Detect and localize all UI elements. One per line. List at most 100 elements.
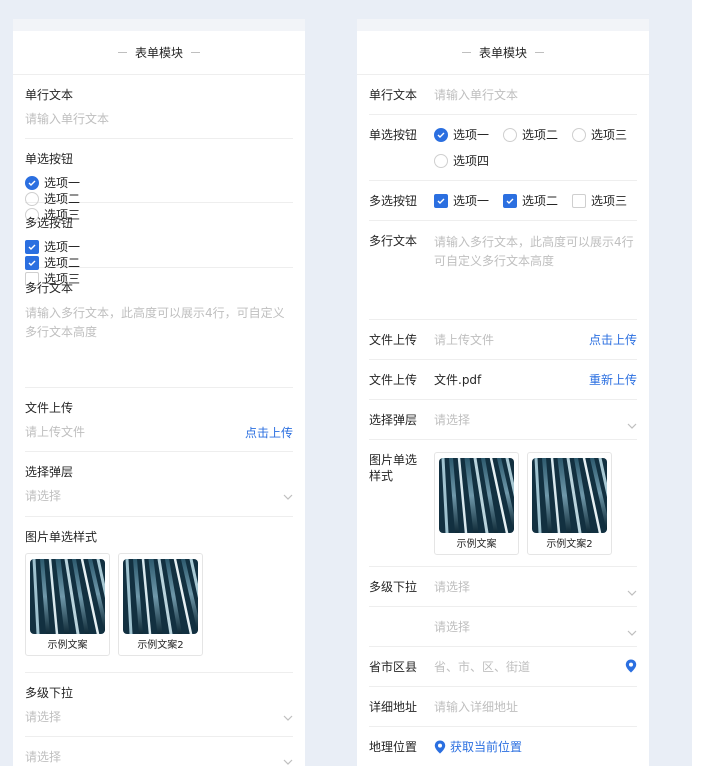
field-label: 多选按钮 xyxy=(25,216,74,230)
picker-placeholder: 请选择 xyxy=(25,489,62,503)
chevron-down-icon xyxy=(283,754,293,766)
location-pin-icon xyxy=(434,740,446,754)
checkbox-checked-icon xyxy=(25,240,39,254)
image-select-row: 图片单选样式 示例文案 示例文案2 xyxy=(25,517,293,673)
option-label: 选项三 xyxy=(591,128,628,142)
cascade-placeholder-2: 请选择 xyxy=(434,620,471,634)
field-label: 文件上传 xyxy=(369,333,418,347)
option-label: 选项三 xyxy=(591,194,628,208)
field-label: 详细地址 xyxy=(369,700,418,714)
radio-option-1[interactable]: 选项一 xyxy=(434,127,489,143)
radio-checked-icon xyxy=(25,176,39,190)
field-label: 单行文本 xyxy=(25,88,74,102)
image-caption: 示例文案2 xyxy=(137,640,184,651)
image-option-2[interactable]: 示例文案2 xyxy=(118,553,203,656)
field-label: 图片单选样式 xyxy=(25,530,98,544)
upload-placeholder: 请上传文件 xyxy=(434,333,495,347)
chevron-down-icon xyxy=(283,710,293,724)
field-label: 单选按钮 xyxy=(369,128,418,142)
single-text-row: 单行文本 请输入单行文本 xyxy=(369,75,637,115)
checkbox-unchecked-icon xyxy=(572,194,587,208)
image-option-2[interactable]: 示例文案2 xyxy=(527,452,612,555)
cascade-row-2[interactable]: 请选择 xyxy=(25,737,293,766)
get-location-button[interactable]: 获取当前位置 xyxy=(434,739,637,755)
cascade-row-2[interactable]: 请选择 xyxy=(369,607,637,647)
checkbox-group: 选项一 选项二 选项三 xyxy=(434,193,637,209)
image-select-row: 图片单选样式 示例文案 示例文案2 xyxy=(369,440,637,567)
checkbox-option-1[interactable]: 选项一 xyxy=(25,239,279,255)
upload-button[interactable]: 点击上传 xyxy=(589,332,637,348)
sample-image xyxy=(532,458,607,533)
radio-option-2[interactable]: 选项二 xyxy=(503,127,558,143)
radio-unchecked-icon xyxy=(572,128,587,142)
panel-header: 表单模块 xyxy=(357,31,649,75)
upload-button[interactable]: 点击上传 xyxy=(245,424,293,441)
image-options: 示例文案 示例文案2 xyxy=(434,452,637,555)
checkbox-row: 多选按钮 选项一 选项二 选项三 xyxy=(25,203,293,286)
option-label: 选项二 xyxy=(522,194,559,208)
image-option-1[interactable]: 示例文案 xyxy=(434,452,519,555)
cascade-placeholder-1: 请选择 xyxy=(25,710,62,724)
field-label: 图片单选样式 xyxy=(369,453,418,483)
field-label: 选择弹层 xyxy=(369,413,418,427)
multi-text-input[interactable]: 请输入多行文本，此高度可以展示4行，可自定义多行文本高度 xyxy=(25,304,293,342)
multi-text-input[interactable]: 请输入多行文本，此高度可以展示4行可自定义多行文本高度 xyxy=(434,233,637,271)
chevron-down-icon xyxy=(627,584,637,600)
address-row: 详细地址 请输入详细地址 xyxy=(369,687,637,727)
radio-unchecked-icon xyxy=(503,128,518,142)
cascade-placeholder-2: 请选择 xyxy=(25,750,62,764)
radio-row: 单选按钮 选项一 选项二 选项三 选项四 xyxy=(369,115,637,181)
single-text-input[interactable]: 请输入单行文本 xyxy=(434,88,518,102)
checkbox-option-1[interactable]: 选项一 xyxy=(434,193,489,209)
single-text-input[interactable]: 请输入单行文本 xyxy=(25,111,293,127)
image-option-1[interactable]: 示例文案 xyxy=(25,553,110,656)
radio-option-4[interactable]: 选项四 xyxy=(434,153,489,169)
sample-image xyxy=(30,559,105,634)
field-label: 多级下拉 xyxy=(369,580,418,594)
reupload-button[interactable]: 重新上传 xyxy=(589,372,637,388)
option-label: 选项四 xyxy=(453,154,490,168)
sample-image xyxy=(439,458,514,533)
image-options: 示例文案 示例文案2 xyxy=(25,553,293,656)
image-caption: 示例文案 xyxy=(456,539,497,550)
address-input[interactable]: 请输入详细地址 xyxy=(434,700,518,714)
radio-checked-icon xyxy=(434,128,448,142)
picker-row[interactable]: 选择弹层 请选择 xyxy=(369,400,637,440)
field-label: 单选按钮 xyxy=(25,152,74,166)
option-label: 选项一 xyxy=(44,240,81,254)
region-placeholder: 省、市、区、街道 xyxy=(434,660,531,674)
multi-text-row: 多行文本 请输入多行文本，此高度可以展示4行，可自定义多行文本高度 xyxy=(25,268,293,388)
checkbox-option-2[interactable]: 选项二 xyxy=(503,193,558,209)
picker-placeholder: 请选择 xyxy=(434,413,471,427)
cascade-row[interactable]: 多级下拉 请选择 xyxy=(369,567,637,607)
cascade-row[interactable]: 多级下拉 请选择 xyxy=(25,673,293,737)
option-label: 选项二 xyxy=(522,128,559,142)
image-caption: 示例文案2 xyxy=(546,539,593,550)
single-text-row: 单行文本 请输入单行文本 xyxy=(25,75,293,139)
upload-row: 文件上传 请上传文件 点击上传 xyxy=(369,320,637,360)
radio-group: 选项一 选项二 选项三 选项四 xyxy=(434,127,637,169)
radio-option-1[interactable]: 选项一 xyxy=(25,175,279,191)
panel-header: 表单模块 xyxy=(13,31,305,75)
field-label: 单行文本 xyxy=(369,88,418,102)
checkbox-checked-icon xyxy=(434,194,448,208)
checkbox-option-3[interactable]: 选项三 xyxy=(572,193,627,209)
checkbox-checked-icon xyxy=(503,194,518,208)
form-panel-stacked: 表单模块 单行文本 请输入单行文本 单选按钮 选项一 选项二 选项三 多选按钮 xyxy=(13,19,305,766)
field-label: 多行文本 xyxy=(369,234,418,248)
region-row[interactable]: 省市区县 省、市、区、街道 xyxy=(369,647,637,687)
radio-option-3[interactable]: 选项三 xyxy=(572,127,627,143)
image-caption: 示例文案 xyxy=(47,640,88,651)
field-label: 选择弹层 xyxy=(25,465,74,479)
location-pin-icon[interactable] xyxy=(625,659,637,677)
chevron-down-icon xyxy=(627,417,637,433)
upload-row: 文件上传 请上传文件 点击上传 xyxy=(25,388,293,452)
multi-text-row: 多行文本 请输入多行文本，此高度可以展示4行可自定义多行文本高度 xyxy=(369,221,637,320)
chevron-down-icon xyxy=(627,624,637,640)
field-label: 多行文本 xyxy=(25,281,74,295)
field-label: 省市区县 xyxy=(369,660,418,674)
field-label: 多选按钮 xyxy=(369,194,418,208)
form-panel-inline: 表单模块 单行文本 请输入单行文本 单选按钮 选项一 选项二 选项三 选项四 多… xyxy=(357,19,649,766)
radio-row: 单选按钮 选项一 选项二 选项三 xyxy=(25,139,293,222)
picker-row[interactable]: 选择弹层 请选择 xyxy=(25,452,293,517)
